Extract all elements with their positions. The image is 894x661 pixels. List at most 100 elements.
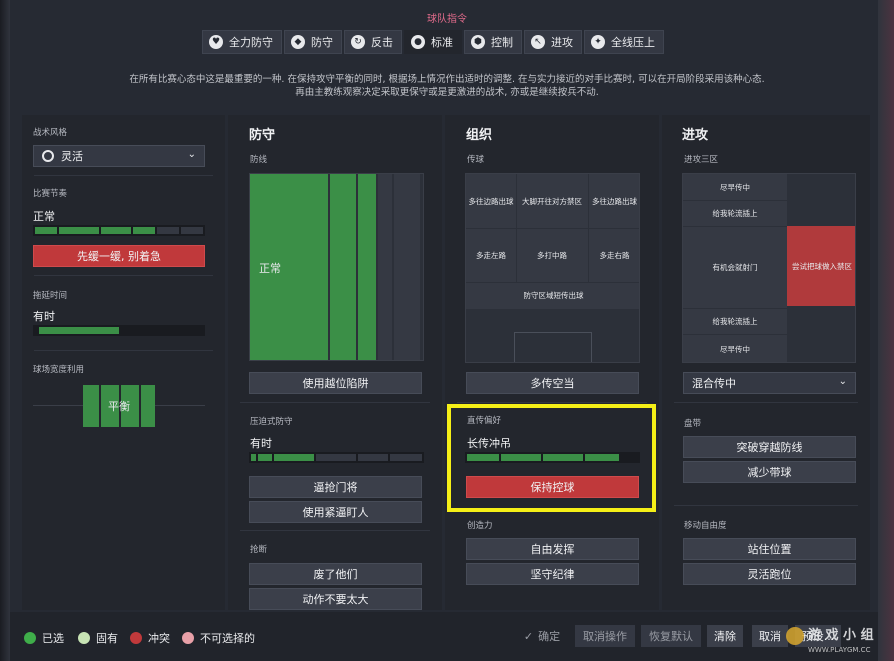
- pressing-bar[interactable]: [249, 452, 424, 463]
- standard-icon: ●: [411, 35, 425, 49]
- divider: [34, 350, 213, 351]
- final-third-cell[interactable]: 尽早传中: [683, 334, 787, 362]
- divider: [457, 402, 647, 403]
- watermark-url: WWW.PLAYGM.CC: [808, 646, 871, 654]
- dribbling-label: 盘带: [684, 419, 702, 429]
- target-icon: [42, 150, 54, 162]
- free-role-button[interactable]: 自由发挥: [466, 538, 639, 560]
- shield-icon: ◆: [291, 35, 305, 49]
- reset-default-button[interactable]: 恢复默认: [641, 625, 701, 647]
- defence-panel: 防守 防线 正常 使用越位陷阱 压迫式防守 有时 逼抢门将 使用紧逼盯人 抢断 …: [228, 115, 442, 610]
- final-third-cell[interactable]: 尽早传中: [683, 174, 787, 200]
- undo-button[interactable]: 取消操作: [575, 625, 635, 647]
- pressing-value: 有时: [250, 437, 272, 450]
- get-stuck-in-button[interactable]: 废了他们: [249, 563, 422, 585]
- defensive-line-pitch[interactable]: 正常: [249, 173, 424, 361]
- width-value: 平衡: [108, 400, 130, 413]
- final-third-cell[interactable]: 有机会就射门: [683, 226, 787, 308]
- defensive-line-label: 防线: [250, 155, 268, 165]
- timewasting-value: 有时: [33, 310, 55, 323]
- final-third-cell[interactable]: 给我轮流插上: [683, 200, 787, 226]
- divider: [34, 275, 213, 276]
- watermark-text: 游 戏 小 组: [808, 628, 874, 643]
- tempo-label: 比赛节奏: [33, 189, 68, 199]
- passing-cell[interactable]: 多往边路出球: [588, 174, 639, 228]
- movement-label: 移动自由度: [684, 521, 727, 531]
- dribble-less-button[interactable]: 减少带球: [683, 461, 856, 483]
- legend-unavailable: 不可选择的: [182, 630, 255, 646]
- selected-dot: [24, 632, 36, 644]
- tab-full-defence[interactable]: ♥ 全力防守: [202, 30, 282, 54]
- chevron-down-icon: ⌄: [187, 149, 196, 160]
- counter-icon: ↻: [351, 35, 365, 49]
- tab-control[interactable]: ⬢ 控制: [464, 30, 522, 54]
- attack-panel: 进攻 进攻三区 尽早传中 给我轮流插上 有机会就射门 尝试把球做入禁区 给我轮流…: [662, 115, 870, 610]
- passing-label: 传球: [467, 155, 485, 165]
- stay-on-feet-button[interactable]: 动作不要太大: [249, 588, 422, 610]
- style-select[interactable]: 灵活 ⌄: [33, 145, 205, 167]
- defence-title: 防守: [249, 128, 276, 143]
- width-pitch[interactable]: 平衡: [33, 383, 205, 429]
- ball-icon: ⬢: [471, 35, 485, 49]
- tab-standard[interactable]: ● 标准: [404, 30, 462, 54]
- legend-inherent: 固有: [78, 630, 118, 646]
- clear-button[interactable]: 清除: [707, 625, 743, 647]
- divider: [240, 530, 430, 531]
- timewasting-bar[interactable]: [33, 325, 205, 336]
- confirm-button[interactable]: ✓ 确定: [518, 625, 566, 647]
- final-third-pitch[interactable]: 尽早传中 给我轮流插上 有机会就射门 尝试把球做入禁区 给我轮流插上 尽早传中: [682, 173, 856, 363]
- final-third-label: 进攻三区: [684, 155, 719, 165]
- organisation-title: 组织: [466, 128, 493, 143]
- close-down-keeper-button[interactable]: 逼抢门将: [249, 476, 422, 498]
- discipline-button[interactable]: 坚守纪律: [466, 563, 639, 585]
- watermark: 游 戏 小 组 WWW.PLAYGM.CC: [786, 624, 890, 658]
- cancel-button[interactable]: 取消: [752, 625, 788, 647]
- mentality-description: 在所有比赛心态中这是最重要的一种. 在保持攻守平衡的同时, 根据场上情况作出适时…: [129, 74, 765, 98]
- tab-counter[interactable]: ↻ 反击: [344, 30, 402, 54]
- passing-cell[interactable]: 多打中路: [516, 228, 588, 282]
- passing-cell[interactable]: 大脚开往对方禁区: [516, 174, 588, 228]
- passing-cell[interactable]: 多往边路出球: [466, 174, 516, 228]
- style-label: 战术风格: [33, 128, 68, 138]
- divider: [674, 505, 858, 506]
- tempo-slow-down-button[interactable]: 先缓一缓, 别着急: [33, 245, 205, 267]
- passing-cell[interactable]: 防守区域短传出球: [466, 282, 639, 309]
- overload-icon: ✦: [591, 35, 605, 49]
- cross-type-select[interactable]: 混合传中 ⌄: [683, 372, 856, 394]
- tab-overload[interactable]: ✦ 全线压上: [584, 30, 664, 54]
- attack-title: 进攻: [682, 128, 709, 143]
- legend-conflict: 冲突: [130, 630, 170, 646]
- pass-into-space-button[interactable]: 多传空当: [466, 372, 639, 394]
- panel-title: 球队指令: [427, 14, 467, 25]
- inherent-dot: [78, 632, 90, 644]
- passing-pitch[interactable]: 多往边路出球 大脚开往对方禁区 多往边路出球 多走左路 多打中路 多走右路 防守…: [465, 173, 640, 363]
- tempo-value: 正常: [33, 210, 55, 223]
- offside-trap-button[interactable]: 使用越位陷阱: [249, 372, 422, 394]
- roam-button[interactable]: 灵活跑位: [683, 563, 856, 585]
- run-at-defence-button[interactable]: 突破穿越防线: [683, 436, 856, 458]
- divider: [240, 402, 430, 403]
- final-third-cell[interactable]: 给我轮流插上: [683, 308, 787, 334]
- final-third-cell[interactable]: 尝试把球做入禁区: [787, 226, 855, 306]
- tab-attack[interactable]: ↖ 进攻: [524, 30, 582, 54]
- tackling-label: 抢断: [250, 545, 268, 555]
- sidebar-panel: 战术风格 灵活 ⌄ 比赛节奏 正常 先缓一缓, 别着急 拖延时间 有时 球场宽度…: [22, 115, 225, 610]
- check-icon: ✓: [523, 629, 534, 643]
- creativity-label: 创造力: [467, 521, 493, 531]
- legend-selected: 已选: [24, 630, 64, 646]
- divider: [674, 402, 858, 403]
- attack-arrow-icon: ↖: [531, 35, 545, 49]
- highlight-box: [447, 404, 656, 512]
- tab-defence[interactable]: ◆ 防守: [284, 30, 342, 54]
- tempo-bar[interactable]: [33, 225, 205, 236]
- hold-position-button[interactable]: 站住位置: [683, 538, 856, 560]
- left-edge: [0, 0, 10, 661]
- conflict-dot: [130, 632, 142, 644]
- divider: [34, 175, 213, 176]
- width-label: 球场宽度利用: [33, 365, 85, 375]
- passing-cell[interactable]: 多走左路: [466, 228, 516, 282]
- right-edge: [878, 0, 894, 661]
- pressing-label: 压迫式防守: [250, 417, 293, 427]
- tight-marking-button[interactable]: 使用紧逼盯人: [249, 501, 422, 523]
- passing-cell[interactable]: 多走右路: [588, 228, 639, 282]
